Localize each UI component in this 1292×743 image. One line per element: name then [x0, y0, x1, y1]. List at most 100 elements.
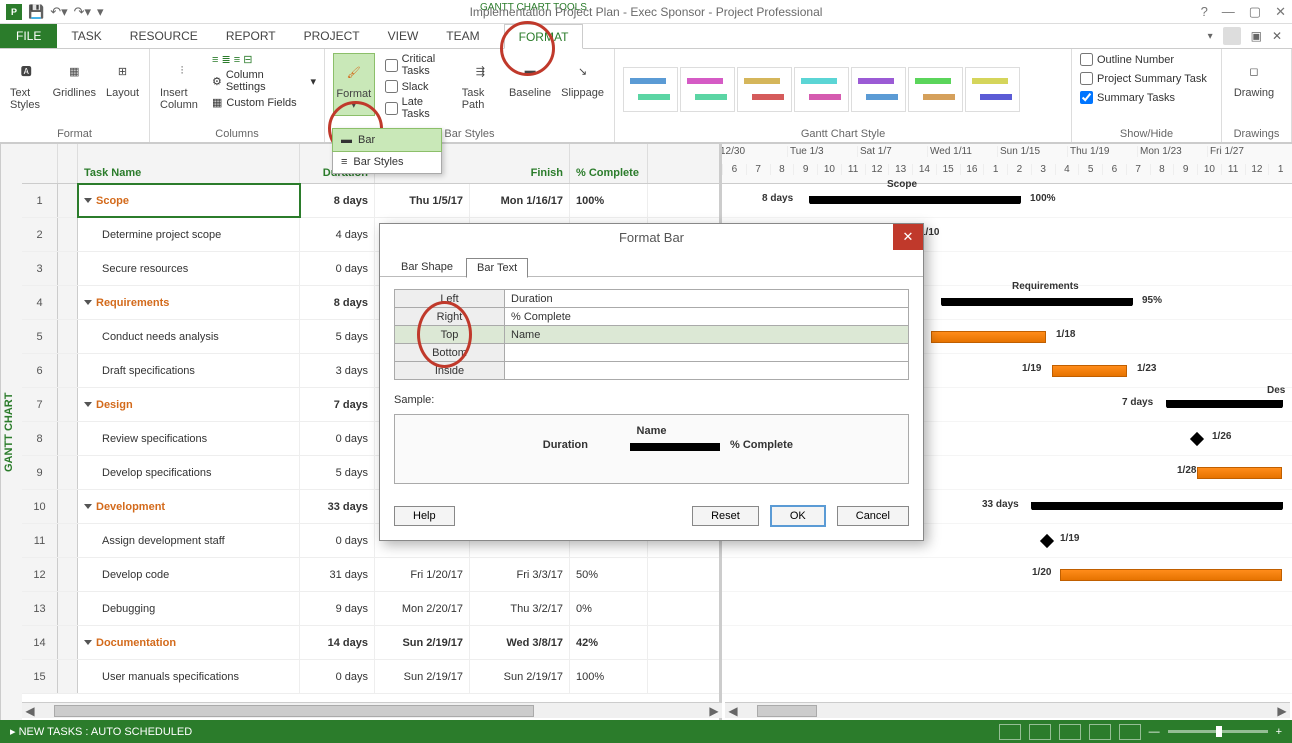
view-button[interactable] [999, 724, 1021, 740]
view-button[interactable] [1059, 724, 1081, 740]
task-bar[interactable] [931, 331, 1046, 343]
view-tab[interactable]: VIEW [374, 24, 433, 48]
col-indicator[interactable] [58, 144, 78, 183]
bar-label: 1/26 [1212, 431, 1231, 442]
col-taskname[interactable]: Task Name [78, 144, 300, 183]
summary-tasks-checkbox[interactable]: Summary Tasks [1080, 91, 1207, 104]
close-icon[interactable]: ✕ [1275, 4, 1286, 20]
report-tab[interactable]: REPORT [212, 24, 290, 48]
bar-label: 1/20 [1032, 567, 1051, 578]
bar-label: 1/28 [1177, 465, 1196, 476]
user-avatar[interactable] [1223, 27, 1241, 45]
column-settings-button[interactable]: ⚙ Column Settings ▾ [212, 69, 316, 93]
dialog-close-button[interactable]: ✕ [893, 224, 923, 250]
save-icon[interactable]: 💾 [28, 4, 44, 20]
project-summary-checkbox[interactable]: Project Summary Task [1080, 72, 1207, 85]
row-inside[interactable]: Inside [395, 362, 505, 380]
view-label: GANTT CHART [0, 144, 22, 720]
group-show-hide: Outline Number Project Summary Task Summ… [1072, 49, 1222, 142]
sample-bar-icon [630, 443, 720, 451]
schedule-mode-icon: ▸ [10, 725, 16, 738]
file-tab[interactable]: FILE [0, 24, 57, 48]
summary-bar[interactable] [1032, 502, 1282, 510]
gridlines-button[interactable]: ▦Gridlines [51, 53, 98, 103]
table-row[interactable]: 1Scope8 daysThu 1/5/17Mon 1/16/17100% [22, 184, 719, 218]
app-icon: P [6, 4, 22, 20]
table-row[interactable]: 12Develop code31 daysFri 1/20/17Fri 3/3/… [22, 558, 719, 592]
insert-column-button[interactable]: ⫶Insert Column [158, 53, 206, 115]
critical-tasks-checkbox[interactable]: Critical Tasks [385, 53, 454, 77]
summary-bar[interactable] [810, 196, 1020, 204]
ok-button[interactable]: OK [771, 506, 825, 526]
milestone[interactable] [1190, 432, 1204, 446]
row-left[interactable]: Left [395, 290, 505, 308]
outline-number-checkbox[interactable]: Outline Number [1080, 53, 1207, 66]
zoom-slider[interactable] [1168, 730, 1268, 733]
task-bar[interactable] [1197, 467, 1282, 479]
gantt-style-gallery[interactable] [623, 67, 1020, 112]
align-buttons[interactable]: ≡ ≣ ≡ ⊟ [212, 53, 316, 66]
zoom-out-icon[interactable]: — [1149, 726, 1160, 738]
format-button[interactable]: 🖌Format▾ [333, 53, 375, 116]
col-finish[interactable]: Finish [470, 144, 570, 183]
slack-checkbox[interactable]: Slack [385, 80, 454, 93]
redo-icon[interactable]: ↷▾ [74, 4, 91, 20]
task-bar[interactable] [1060, 569, 1282, 581]
restore-window-icon[interactable]: ▣ [1251, 29, 1262, 43]
view-button[interactable] [1119, 724, 1141, 740]
summary-bar[interactable] [942, 298, 1132, 306]
milestone[interactable] [1040, 534, 1054, 548]
view-button[interactable] [1029, 724, 1051, 740]
status-bar: ▸ NEW TASKS : AUTO SCHEDULED — + [0, 720, 1292, 743]
col-rownum[interactable] [22, 144, 58, 183]
view-button[interactable] [1089, 724, 1111, 740]
task-path-button[interactable]: ⇶Task Path [460, 53, 501, 115]
table-row[interactable]: 13Debugging9 daysMon 2/20/17Thu 3/2/170% [22, 592, 719, 626]
group-format: 🅰Text Styles ▦Gridlines ⊞Layout Format [0, 49, 150, 142]
text-styles-button[interactable]: 🅰Text Styles [8, 53, 45, 115]
zoom-in-icon[interactable]: + [1276, 726, 1282, 738]
task-bar[interactable] [1052, 365, 1127, 377]
cancel-button[interactable]: Cancel [837, 506, 909, 526]
bar-label: 1/19 [1022, 363, 1041, 374]
format-tab[interactable]: FORMAT [504, 24, 584, 49]
reset-button[interactable]: Reset [692, 506, 759, 526]
gantt-scrollbar[interactable]: ◀▶ [725, 702, 1290, 718]
col-pct[interactable]: % Complete [570, 144, 648, 183]
mdi-close-icon[interactable]: ✕ [1272, 29, 1282, 43]
window-title: Implementation Project Plan - Exec Spons… [470, 5, 823, 19]
table-row[interactable]: 15User manuals specifications0 daysSun 2… [22, 660, 719, 694]
project-tab[interactable]: PROJECT [290, 24, 374, 48]
late-tasks-checkbox[interactable]: Late Tasks [385, 96, 454, 120]
row-top[interactable]: Top [395, 326, 505, 344]
bar-icon: ▬ [341, 134, 352, 146]
qat-customize-icon[interactable]: ▾ [97, 4, 104, 20]
maximize-icon[interactable]: ▢ [1249, 4, 1261, 20]
bar-label: 1/23 [1137, 363, 1156, 374]
slippage-button[interactable]: ↘Slippage [559, 53, 606, 103]
bar-shape-tab[interactable]: Bar Shape [390, 257, 464, 277]
task-tab[interactable]: TASK [57, 24, 115, 48]
help-button[interactable]: Help [394, 506, 455, 526]
help-icon[interactable]: ? [1201, 4, 1208, 20]
grid-scrollbar[interactable]: ◀▶ [22, 702, 722, 718]
ribbon: 🅰Text Styles ▦Gridlines ⊞Layout Format ⫶… [0, 49, 1292, 144]
format-bar-item[interactable]: ▬Bar [332, 128, 442, 152]
undo-icon[interactable]: ↶▾ [50, 4, 67, 20]
row-right[interactable]: Right [395, 308, 505, 326]
ribbon-options-icon[interactable]: ▾ [1208, 31, 1213, 42]
row-bottom[interactable]: Bottom [395, 344, 505, 362]
drawing-button[interactable]: ◻Drawing [1230, 53, 1278, 103]
minimize-icon[interactable]: — [1222, 4, 1235, 20]
table-row[interactable]: 14Documentation14 daysSun 2/19/17Wed 3/8… [22, 626, 719, 660]
resource-tab[interactable]: RESOURCE [116, 24, 212, 48]
custom-fields-button[interactable]: ▦ Custom Fields [212, 96, 316, 109]
team-tab[interactable]: TEAM [432, 24, 493, 48]
layout-button[interactable]: ⊞Layout [104, 53, 141, 103]
baseline-button[interactable]: ▬Baseline [507, 53, 553, 103]
format-bar-styles-item[interactable]: ≡Bar Styles [333, 151, 441, 173]
bar-text-tab[interactable]: Bar Text [466, 258, 528, 278]
gantt-timescale: 12/30Tue 1/3Sat 1/7Wed 1/11Sun 1/15Thu 1… [722, 144, 1292, 184]
summary-bar[interactable] [1167, 400, 1282, 408]
system-buttons: ? — ▢ ✕ [1201, 4, 1286, 20]
